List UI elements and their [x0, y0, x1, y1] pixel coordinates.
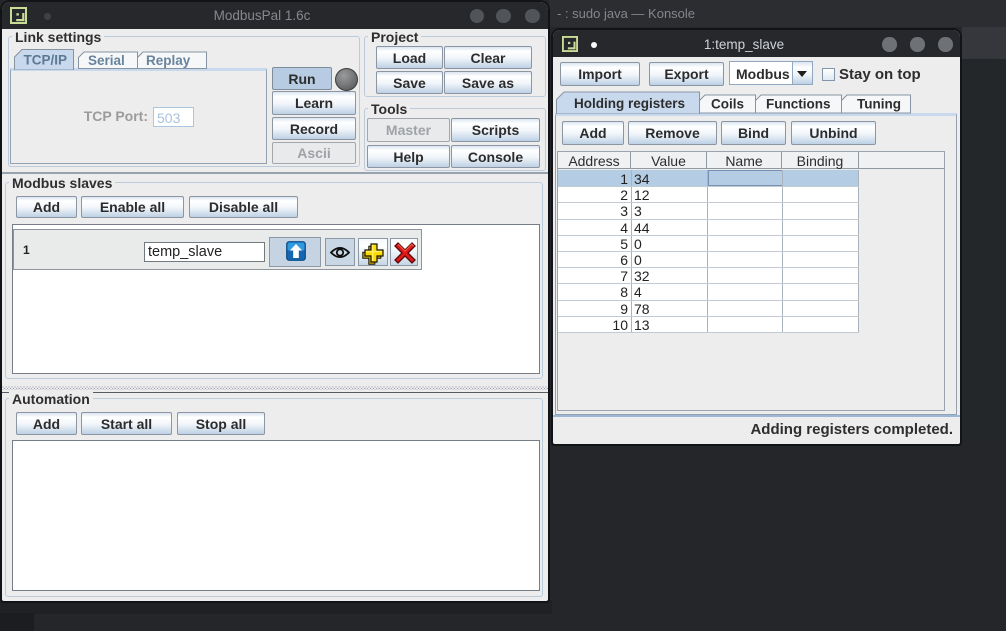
svg-text:Holding registers: Holding registers [574, 96, 685, 111]
svg-text:Replay: Replay [146, 53, 191, 68]
svg-text:Functions: Functions [766, 97, 831, 112]
svg-text:Tuning: Tuning [857, 97, 901, 112]
svg-text:Serial: Serial [88, 53, 125, 68]
svg-text:Coils: Coils [711, 97, 744, 112]
svg-text:TCP/IP: TCP/IP [24, 53, 68, 68]
